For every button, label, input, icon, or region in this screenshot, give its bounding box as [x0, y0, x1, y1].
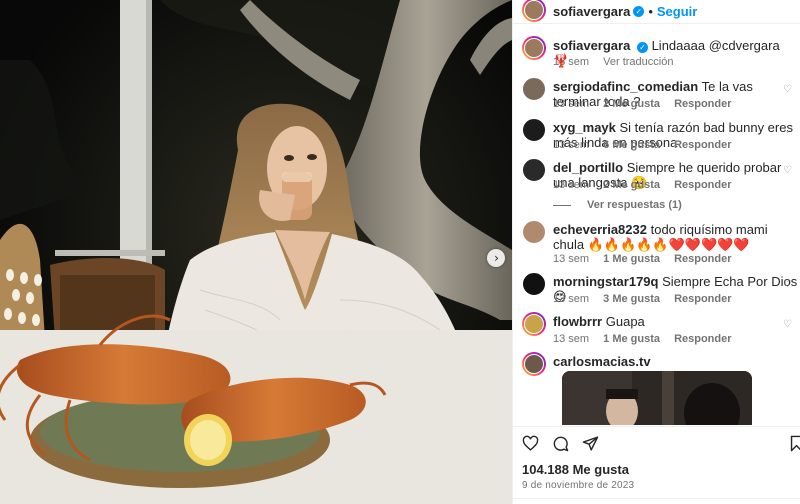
comment-likes[interactable]: 1 Me gusta	[603, 333, 660, 345]
share-icon[interactable]	[582, 435, 599, 452]
post-date[interactable]: 9 de noviembre de 2023	[522, 480, 634, 491]
reply-button[interactable]: Responder	[674, 139, 731, 151]
likes-count[interactable]: 104.188 Me gusta	[522, 462, 629, 477]
caption-avatar[interactable]	[522, 36, 546, 60]
comment-username[interactable]: xyg_mayk	[553, 120, 616, 135]
post-sidebar: sofiavergara ✓ • Seguir sofiavergara ✓ L…	[512, 0, 800, 504]
instagram-post: › sofiavergara ✓ • Seguir sofiavergara ✓…	[0, 0, 800, 504]
like-comment-heart-icon[interactable]: ♡	[783, 279, 792, 290]
commenter-avatar[interactable]	[522, 272, 546, 296]
comment-time[interactable]: 13 sem	[553, 333, 589, 345]
verified-badge-icon: ✓	[633, 6, 645, 17]
author-username[interactable]: sofiavergara	[553, 4, 630, 19]
comment-likes[interactable]: 3 Me gusta	[603, 293, 660, 305]
post-actions: 104.188 Me gusta 9 de noviembre de 2023	[513, 426, 800, 504]
next-photo-button[interactable]: ›	[487, 249, 505, 267]
verified-badge-icon: ✓	[636, 42, 648, 53]
like-comment-heart-icon[interactable]: ♡	[783, 125, 792, 136]
post-photo[interactable]: ›	[0, 0, 512, 504]
caption-username[interactable]: sofiavergara	[553, 38, 630, 53]
reply-button[interactable]: Responder	[674, 98, 731, 110]
like-comment-heart-icon[interactable]: ♡	[783, 319, 792, 330]
comment-username[interactable]: sergiodafinc_comedian	[553, 79, 698, 94]
post-header: sofiavergara ✓ • Seguir	[513, 0, 800, 24]
bookmark-icon[interactable]	[788, 435, 800, 452]
view-replies-label: Ver respuestas (1)	[587, 199, 682, 211]
chevron-right-icon: ›	[494, 251, 499, 265]
comment-username[interactable]: carlosmacias.tv	[553, 354, 651, 369]
comment-time[interactable]: 13 sem	[553, 179, 589, 191]
translate-link[interactable]: Ver traducción	[603, 56, 673, 68]
reply-button[interactable]: Responder	[674, 179, 731, 191]
follow-button[interactable]: Seguir	[657, 4, 697, 19]
comment-likes[interactable]: 2 Me gusta	[603, 179, 660, 191]
commenter-avatar[interactable]	[522, 77, 546, 101]
comment-image[interactable]	[562, 371, 752, 425]
add-comment-bar	[513, 498, 800, 504]
comment-time[interactable]: 13 sem	[553, 98, 589, 110]
comment-time[interactable]: 13 sem	[553, 293, 589, 305]
reply-button[interactable]: Responder	[674, 253, 731, 265]
comment-text: Guapa	[605, 314, 645, 329]
replies-line	[553, 204, 571, 206]
author-avatar[interactable]	[522, 0, 546, 22]
comment-username[interactable]: morningstar179q	[553, 274, 658, 289]
heart-icon[interactable]	[522, 435, 539, 452]
comment-likes[interactable]: 2 Me gusta	[603, 98, 660, 110]
commenter-avatar[interactable]	[522, 158, 546, 182]
comment-username[interactable]: echeverria8232	[553, 222, 647, 237]
comment-time[interactable]: 13 sem	[553, 139, 589, 151]
photo-scene	[0, 0, 512, 504]
commenter-avatar[interactable]	[522, 352, 546, 376]
comment-likes[interactable]: 6 Me gusta	[603, 139, 660, 151]
reply-button[interactable]: Responder	[674, 293, 731, 305]
commenter-avatar[interactable]	[522, 220, 546, 244]
comments-list[interactable]: sofiavergara ✓ Lindaaaa @cdvergara 🦞 13 …	[513, 25, 800, 425]
commenter-avatar[interactable]	[522, 312, 546, 336]
comment-icon[interactable]	[552, 435, 569, 452]
comment-username[interactable]: del_portillo	[553, 160, 623, 175]
comment-time[interactable]: 13 sem	[553, 253, 589, 265]
comment-username[interactable]: flowbrrr	[553, 314, 602, 329]
like-comment-heart-icon[interactable]: ♡	[783, 165, 792, 176]
commenter-avatar[interactable]	[522, 118, 546, 142]
comment-likes[interactable]: 1 Me gusta	[603, 253, 660, 265]
like-comment-heart-icon[interactable]: ♡	[783, 84, 792, 95]
comment-image-scene	[562, 371, 752, 425]
reply-button[interactable]: Responder	[674, 333, 731, 345]
view-replies-button[interactable]: Ver respuestas (1)	[553, 199, 682, 211]
separator: •	[648, 4, 653, 19]
caption-time[interactable]: 13 sem	[553, 56, 589, 68]
